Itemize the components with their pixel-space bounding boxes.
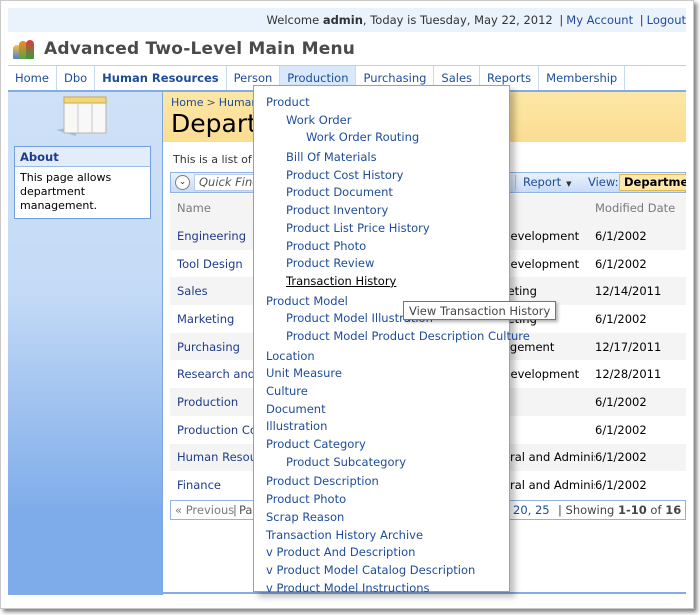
submenu-item[interactable]: Transaction History Archive (254, 527, 509, 545)
previous-page-link[interactable]: « Previous (175, 501, 234, 519)
cell-modified-date: 6/1/2002 (595, 450, 647, 465)
report-label: Report (523, 175, 562, 189)
submenu-item[interactable]: Culture (254, 383, 509, 401)
submenu-item[interactable]: v Product Model Instructions (254, 580, 509, 598)
submenu-item[interactable]: Product (254, 94, 509, 112)
user-name: admin (322, 13, 363, 27)
submenu-item[interactable]: Product Model Product Description Cultur… (254, 328, 530, 346)
people-group-icon (13, 39, 37, 59)
showing-info: | Showing 1-10 of 16 items (558, 501, 686, 519)
submenu-item[interactable]: Work Order (254, 112, 509, 130)
submenu-item[interactable]: Product Inventory (254, 202, 509, 220)
sidebar: About This page allows department manage… (8, 90, 162, 595)
about-text: This page allows department management. (20, 171, 112, 212)
cell-modified-date: 6/1/2002 (595, 478, 647, 493)
app-title: Advanced Two-Level Main Menu (44, 38, 356, 59)
submenu-item[interactable]: Product Cost History (254, 167, 509, 185)
submenu-item[interactable]: v Product Model Catalog Description (254, 562, 509, 580)
showing-total: 16 (665, 503, 682, 517)
welcome-text: Welcome (266, 13, 323, 27)
production-submenu: Product Work Order Work Order Routing Bill … (253, 85, 530, 595)
menu-item-home[interactable]: Home (8, 66, 57, 90)
submenu-item[interactable]: Location (254, 348, 509, 366)
submenu-item[interactable]: Document (254, 401, 509, 419)
tooltip: View Transaction History (403, 301, 557, 320)
cell-modified-date: 6/1/2002 (595, 256, 647, 271)
cell-modified-date: 12/14/2011 (595, 284, 662, 299)
grid-page-icon (56, 96, 107, 136)
submenu-item[interactable]: Product Subcategory (254, 454, 509, 472)
cell-modified-date: 12/17/2011 (595, 339, 662, 354)
submenu-item[interactable]: Product Photo (254, 238, 509, 256)
menu-item-dbo[interactable]: Dbo (57, 66, 96, 90)
pager-separator: | (233, 503, 237, 517)
submenu-item[interactable]: Unit Measure (254, 365, 509, 383)
caret-down-icon: ▼ (566, 180, 572, 188)
app-header: Advanced Two-Level Main Menu (8, 32, 686, 65)
showing-of: of (646, 503, 666, 517)
submenu-item[interactable]: Transaction History (254, 273, 509, 291)
view-label: View: (588, 175, 619, 189)
separator: | (559, 13, 564, 27)
menu-item-human-resources[interactable]: Human Resources (95, 66, 227, 90)
showing-suffix: items (681, 503, 686, 517)
toolbar-divider (515, 175, 516, 190)
browser-window: Welcome admin, Today is Tuesday, May 22,… (0, 0, 694, 609)
user-bar: Welcome admin, Today is Tuesday, May 22,… (8, 8, 686, 32)
cell-modified-date: 12/28/2011 (595, 367, 662, 382)
submenu-item[interactable]: Work Order Routing (254, 129, 509, 147)
column-header-modified-date[interactable]: Modified Date (595, 201, 675, 215)
page-size-links[interactable]: 20, 25 (513, 501, 550, 519)
showing-prefix: | Showing (558, 503, 618, 517)
report-button[interactable]: Report ▼ (523, 173, 572, 194)
logout-link[interactable]: Logout (647, 13, 686, 27)
submenu-item[interactable]: Illustration (254, 418, 509, 436)
cell-modified-date: 6/1/2002 (595, 422, 647, 437)
separator: | (639, 13, 644, 27)
submenu-item[interactable]: Product Review (254, 255, 509, 273)
view-selector[interactable]: Departments (619, 174, 686, 191)
submenu-item[interactable]: Product Description (254, 473, 509, 491)
submenu-item[interactable]: Product Photo (254, 491, 509, 509)
showing-range: 1-10 (618, 503, 647, 517)
cell-modified-date: 6/1/2002 (595, 311, 647, 326)
breadcrumb-home[interactable]: Home (171, 96, 203, 109)
cell-modified-date: 6/1/2002 (595, 228, 647, 243)
submenu-item[interactable]: Bill Of Materials (254, 149, 509, 167)
cell-modified-date: 6/1/2002 (595, 394, 647, 409)
submenu-item[interactable]: Scrap Reason (254, 509, 509, 527)
submenu-item[interactable]: Product Document (254, 184, 509, 202)
my-account-link[interactable]: My Account (566, 13, 633, 27)
submenu-item[interactable]: Product List Price History (254, 220, 509, 238)
submenu-item[interactable]: v Product And Description (254, 544, 509, 562)
about-title: About (15, 147, 150, 167)
date-text: , Today is Tuesday, May 22, 2012 (362, 13, 553, 27)
chevron-down-circle-icon[interactable]: ⌄ (175, 175, 190, 190)
about-panel: About This page allows department manage… (14, 146, 151, 219)
menu-item-membership[interactable]: Membership (539, 66, 626, 90)
breadcrumb-separator: > (206, 96, 216, 109)
submenu-item[interactable]: Product Category (254, 436, 509, 454)
